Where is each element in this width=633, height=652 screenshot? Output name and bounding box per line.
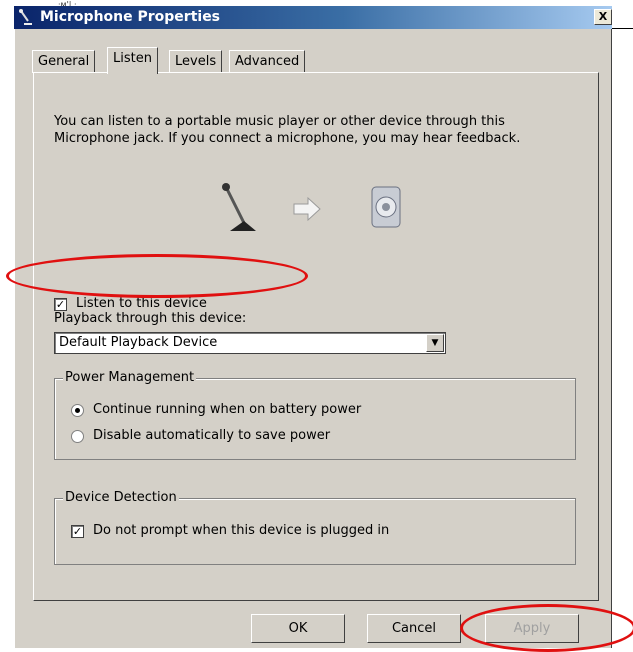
disable-automatically-label[interactable]: Disable automatically to save power — [93, 428, 330, 443]
do-not-prompt-label[interactable]: Do not prompt when this device is plugge… — [93, 523, 389, 538]
device-detection-title: Device Detection — [63, 490, 179, 505]
continue-running-label[interactable]: Continue running when on battery power — [93, 402, 361, 417]
listen-panel: You can listen to a portable music playe… — [33, 72, 599, 601]
dialog-window: General Listen Levels Advanced You can l… — [14, 29, 612, 648]
power-management-title: Power Management — [63, 370, 197, 385]
listen-to-device-checkbox[interactable]: ✓ — [54, 298, 67, 311]
chevron-down-icon[interactable]: ▼ — [426, 334, 444, 352]
cancel-button[interactable]: Cancel — [367, 614, 461, 643]
tab-advanced[interactable]: Advanced — [229, 50, 306, 73]
continue-running-radio[interactable] — [71, 404, 84, 417]
apply-button[interactable]: Apply — [485, 614, 579, 643]
playback-label: Playback through this device: — [54, 311, 247, 326]
playback-device-select[interactable]: Default Playback Device ▼ — [54, 332, 446, 354]
power-management-group: Power Management Continue running when o… — [54, 370, 576, 460]
do-not-prompt-checkbox[interactable]: ✓ — [71, 525, 84, 538]
listen-description: You can listen to a portable music playe… — [54, 114, 521, 146]
tab-levels[interactable]: Levels — [169, 50, 223, 73]
mic-to-speaker-graphic — [222, 183, 401, 231]
tab-general[interactable]: General — [32, 50, 96, 73]
window-title: Microphone Properties — [40, 9, 221, 25]
speaker-icon — [371, 186, 401, 228]
listen-to-device-label[interactable]: Listen to this device — [76, 296, 207, 311]
device-detection-group: Device Detection ✓ Do not prompt when th… — [54, 490, 576, 565]
decorative-line — [612, 28, 633, 29]
disable-automatically-radio[interactable] — [71, 430, 84, 443]
close-button[interactable]: X — [594, 9, 612, 25]
microphone-icon — [18, 9, 34, 29]
microphone-icon — [222, 183, 256, 231]
arrow-right-icon — [293, 196, 321, 222]
ok-button[interactable]: OK — [251, 614, 345, 643]
title-bar[interactable]: Microphone Properties X — [14, 6, 612, 29]
tab-listen[interactable]: Listen — [107, 47, 158, 74]
playback-device-value: Default Playback Device — [59, 335, 218, 350]
